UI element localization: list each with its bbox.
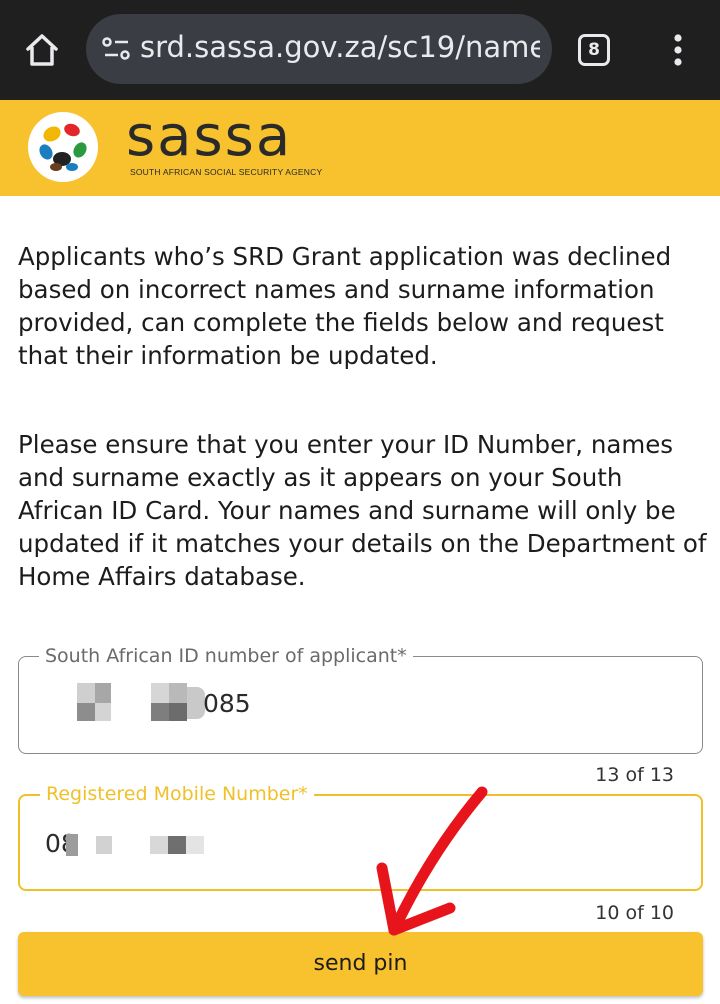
id-character-counter: 13 of 13 (595, 764, 674, 786)
redacted-pixelation (66, 834, 78, 856)
tab-switcher-icon[interactable]: 8 (578, 34, 610, 66)
redacted-pixelation (168, 836, 186, 854)
mobile-number-label: Registered Mobile Number* (40, 783, 314, 805)
id-number-field[interactable]: South African ID number of applicant* 08… (18, 645, 703, 754)
site-info-icon[interactable] (102, 36, 132, 62)
url-text[interactable]: srd.sassa.gov.za/sc19/name (140, 30, 540, 64)
send-pin-button[interactable]: send pin (18, 932, 703, 996)
id-number-label: South African ID number of applicant* (39, 645, 413, 667)
site-header: sassa SOUTH AFRICAN SOCIAL SECURITY AGEN… (0, 100, 720, 196)
instructions-paragraph: Please ensure that you enter your ID Num… (18, 430, 707, 591)
redacted-pixelation (169, 703, 187, 721)
redacted-pixelation (77, 703, 95, 721)
mobile-number-field[interactable]: Registered Mobile Number* 08 (18, 783, 703, 891)
redacted-pixelation (151, 683, 169, 703)
redacted-pixelation (96, 836, 112, 854)
home-icon[interactable] (22, 30, 62, 70)
id-number-value[interactable]: 085 (203, 689, 251, 718)
redacted-pixelation (77, 683, 95, 703)
redacted-pixelation (95, 683, 111, 703)
brand-name: sassa (126, 104, 293, 169)
redacted-pixelation (169, 683, 187, 703)
browser-toolbar: srd.sassa.gov.za/sc19/name 8 (0, 0, 720, 100)
redacted-pixelation (95, 703, 111, 721)
sassa-logo[interactable] (28, 112, 98, 182)
redacted-pixelation (186, 836, 204, 854)
address-bar[interactable]: srd.sassa.gov.za/sc19/name (86, 14, 552, 84)
intro-text: Applicants who’s SRD Grant application w… (18, 240, 708, 593)
redacted-pixelation (151, 703, 169, 721)
intro-paragraph: Applicants who’s SRD Grant application w… (18, 242, 672, 370)
mobile-character-counter: 10 of 10 (595, 902, 674, 924)
brand-tagline: SOUTH AFRICAN SOCIAL SECURITY AGENCY (130, 167, 323, 177)
more-vert-icon[interactable] (664, 30, 692, 70)
redacted-pixelation (150, 836, 168, 854)
